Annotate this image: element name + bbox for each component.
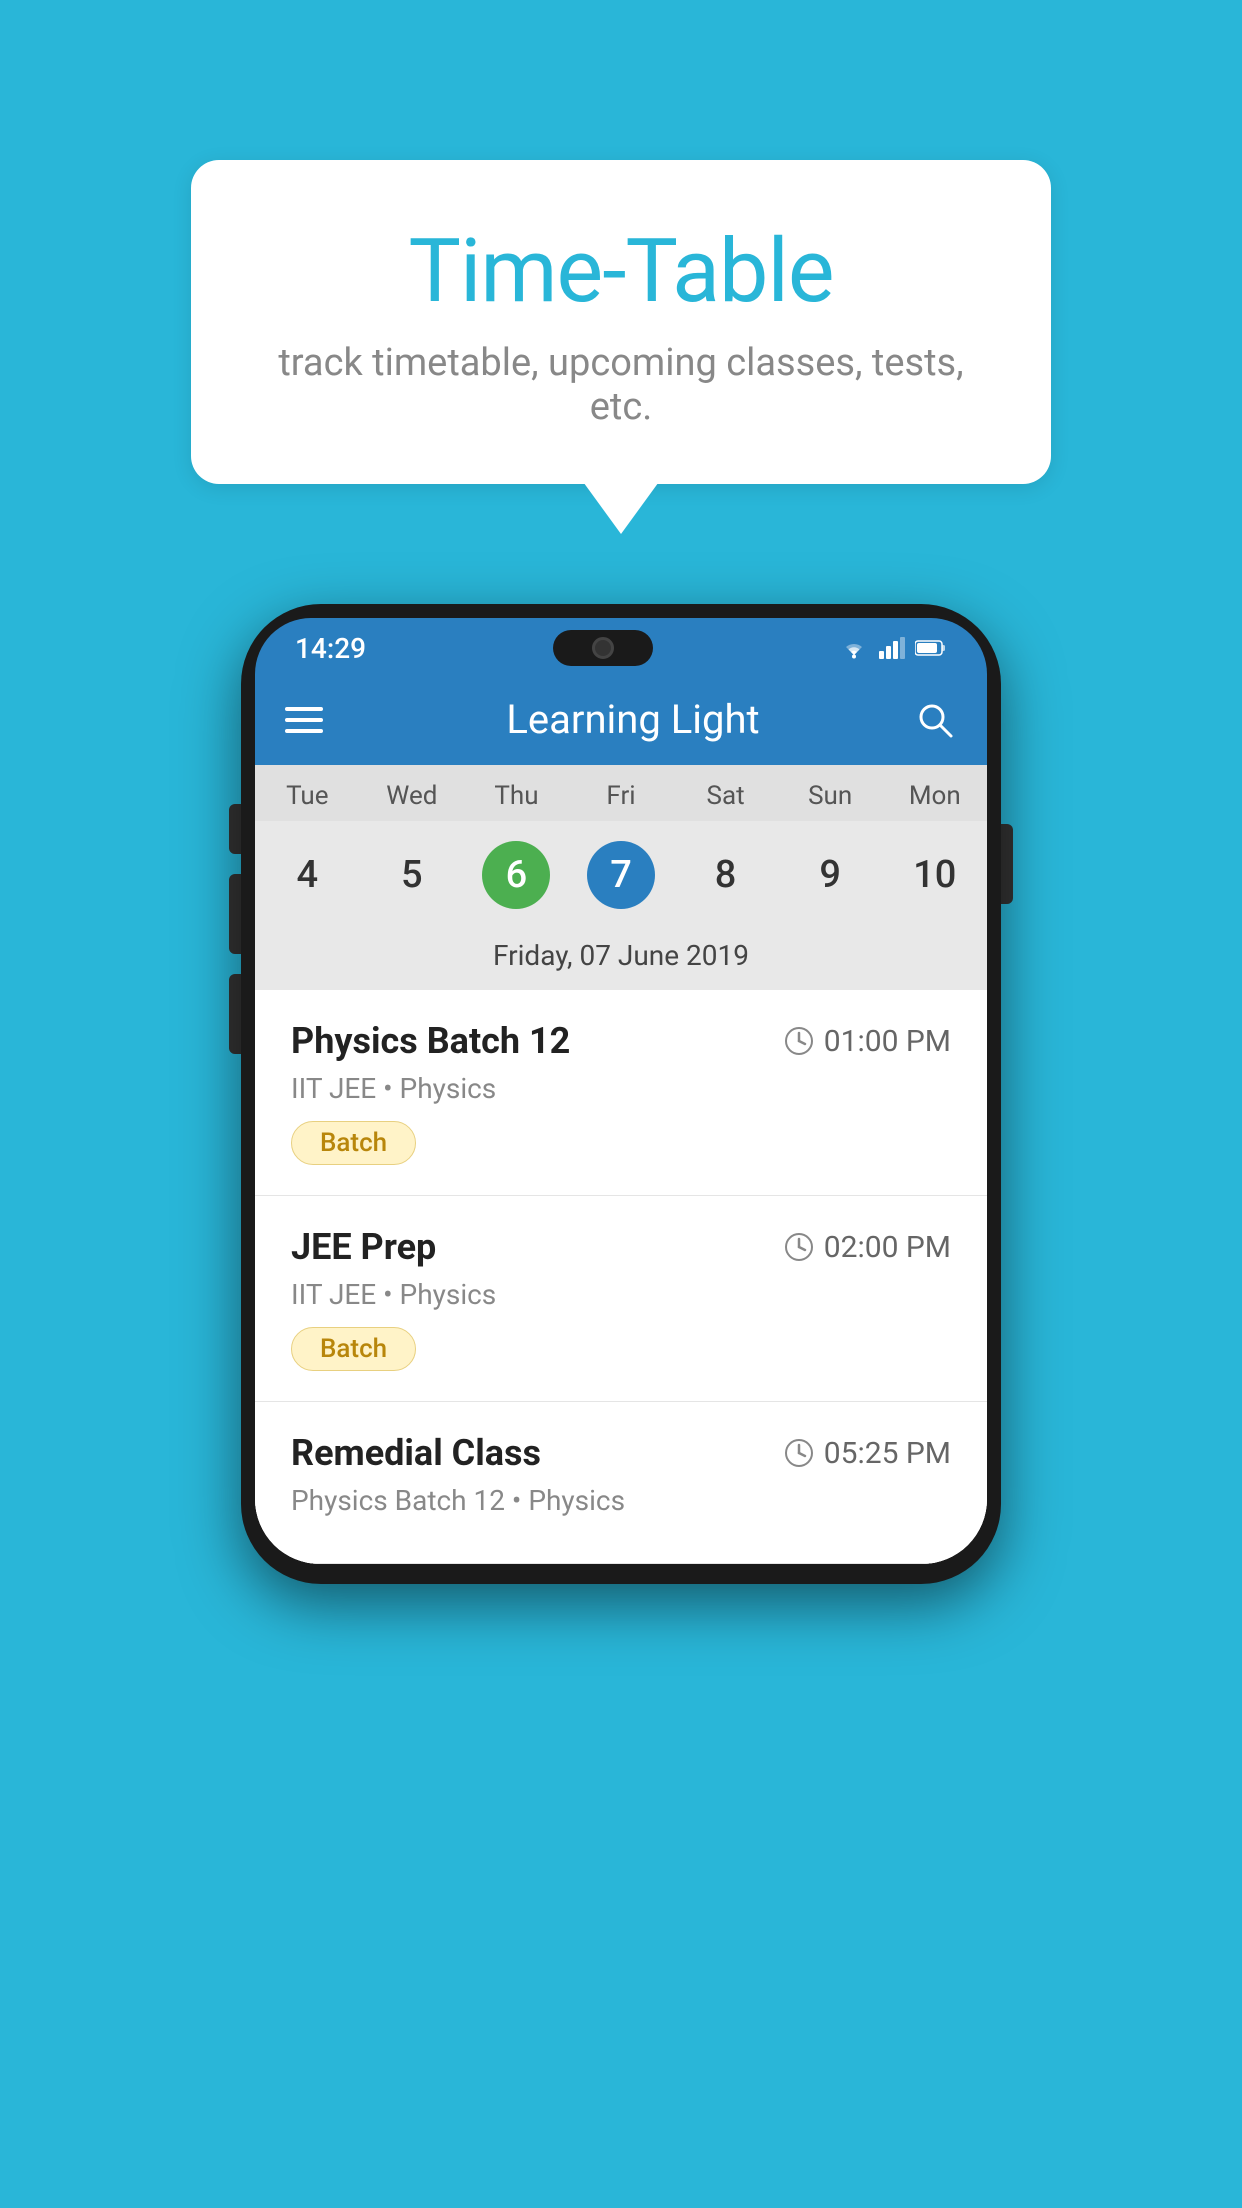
day-cell-9[interactable]: 9	[778, 829, 883, 921]
speech-bubble-container: Time-Table track timetable, upcoming cla…	[191, 160, 1051, 484]
signal-icon	[879, 637, 905, 659]
battery-icon	[915, 639, 947, 657]
day-header-mon[interactable]: Mon	[882, 765, 987, 821]
day-cell-10[interactable]: 10	[882, 829, 987, 921]
mute-button	[229, 804, 241, 854]
clock-icon-2	[784, 1232, 814, 1262]
page-subtitle: track timetable, upcoming classes, tests…	[251, 341, 991, 429]
status-bar: 14:29	[255, 618, 987, 674]
day-cell-5[interactable]: 5	[360, 829, 465, 921]
schedule-item-sub-2: IIT JEE • Physics	[291, 1278, 951, 1311]
status-icons	[839, 637, 947, 659]
clock-icon-1	[784, 1026, 814, 1056]
hamburger-line-2	[285, 718, 323, 722]
day-cell-7[interactable]: 7	[569, 829, 674, 921]
day-header-thu[interactable]: Thu	[464, 765, 569, 821]
status-time: 14:29	[295, 632, 366, 665]
day-num-5: 5	[378, 841, 446, 909]
hamburger-line-1	[285, 707, 323, 711]
day-header-wed[interactable]: Wed	[360, 765, 465, 821]
day-num-4: 4	[273, 841, 341, 909]
day-num-9: 9	[796, 841, 864, 909]
batch-tag-2: Batch	[291, 1327, 416, 1371]
schedule-item-sub-1: IIT JEE • Physics	[291, 1072, 951, 1105]
schedule-item-3[interactable]: Remedial Class 05:25 PM Physics Batch 12…	[255, 1402, 987, 1564]
wifi-icon	[839, 637, 869, 659]
front-camera	[592, 637, 614, 659]
volume-down-button	[229, 974, 241, 1054]
clock-icon-3	[784, 1438, 814, 1468]
power-button	[1001, 824, 1013, 904]
app-title: Learning Light	[353, 696, 913, 743]
schedule-item-sub-3: Physics Batch 12 • Physics	[291, 1484, 951, 1517]
day-num-7: 7	[587, 841, 655, 909]
schedule-item-name-2: JEE Prep	[291, 1226, 436, 1268]
hamburger-line-3	[285, 729, 323, 733]
day-numbers-row: 4 5 6 7 8 9	[255, 821, 987, 929]
selected-date: Friday, 07 June 2019	[255, 929, 987, 990]
phone-frame: 14:29	[241, 604, 1001, 1584]
phone-mockup: 14:29	[241, 604, 1001, 1584]
day-num-8: 8	[692, 841, 760, 909]
day-headers-row: Tue Wed Thu Fri Sat Sun Mon	[255, 765, 987, 821]
day-cell-8[interactable]: 8	[673, 829, 778, 921]
schedule-item-header-2: JEE Prep 02:00 PM	[291, 1226, 951, 1268]
day-header-sat[interactable]: Sat	[673, 765, 778, 821]
volume-up-button	[229, 874, 241, 954]
batch-tag-1: Batch	[291, 1121, 416, 1165]
day-header-fri[interactable]: Fri	[569, 765, 674, 821]
schedule-item-header-1: Physics Batch 12 01:00 PM	[291, 1020, 951, 1062]
schedule-list: Physics Batch 12 01:00 PM IIT JEE • Phys…	[255, 990, 987, 1564]
search-button[interactable]	[913, 698, 957, 742]
calendar-strip: Tue Wed Thu Fri Sat Sun Mon 4 5	[255, 765, 987, 990]
speech-bubble: Time-Table track timetable, upcoming cla…	[191, 160, 1051, 484]
phone-notch	[553, 630, 653, 666]
day-cell-6[interactable]: 6	[464, 829, 569, 921]
app-header: Learning Light	[255, 674, 987, 765]
day-num-10: 10	[901, 841, 969, 909]
day-header-tue[interactable]: Tue	[255, 765, 360, 821]
schedule-item-time-1: 01:00 PM	[784, 1024, 951, 1059]
schedule-item-name-3: Remedial Class	[291, 1432, 541, 1474]
schedule-item-1[interactable]: Physics Batch 12 01:00 PM IIT JEE • Phys…	[255, 990, 987, 1196]
search-icon	[916, 701, 954, 739]
schedule-item-time-2: 02:00 PM	[784, 1230, 951, 1265]
schedule-item-header-3: Remedial Class 05:25 PM	[291, 1432, 951, 1474]
page-title: Time-Table	[251, 220, 991, 323]
hamburger-menu[interactable]	[285, 707, 323, 733]
day-header-sun[interactable]: Sun	[778, 765, 883, 821]
schedule-item-2[interactable]: JEE Prep 02:00 PM IIT JEE • Physics Batc…	[255, 1196, 987, 1402]
schedule-item-name-1: Physics Batch 12	[291, 1020, 570, 1062]
schedule-item-time-3: 05:25 PM	[784, 1436, 951, 1471]
day-cell-4[interactable]: 4	[255, 829, 360, 921]
day-num-6: 6	[482, 841, 550, 909]
phone-screen: Learning Light Tue Wed Thu Fri Sat Sun	[255, 674, 987, 1564]
